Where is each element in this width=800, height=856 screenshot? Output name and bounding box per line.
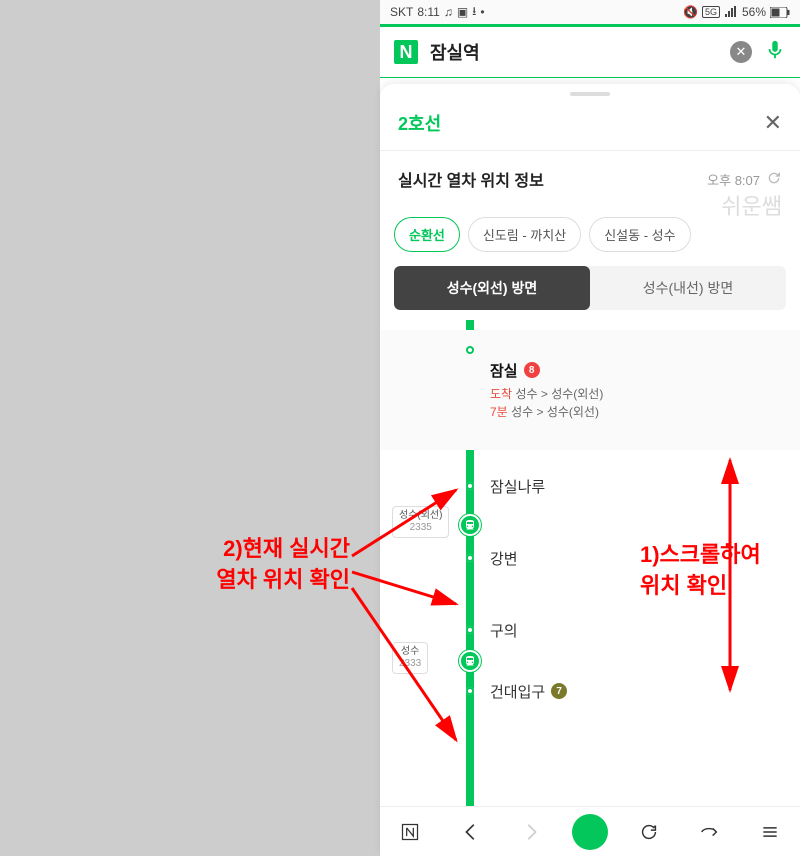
station-row[interactable]: 잠실 8 도착 성수 > 성수(외선) 7분 성수 > 성수(외선) bbox=[380, 330, 800, 450]
station-row[interactable]: 잠실나루 bbox=[380, 450, 800, 522]
station-row[interactable]: 건대입구 7 bbox=[380, 666, 800, 716]
close-sheet-button[interactable]: ✕ bbox=[764, 110, 782, 136]
battery-icon bbox=[770, 7, 790, 18]
mute-icon: 🔇 bbox=[683, 5, 698, 19]
line-diagram[interactable]: 성수(외선) 2337 성수(외선) 2335 성수 2333 bbox=[380, 320, 800, 806]
music-icon: ♫ bbox=[444, 5, 453, 19]
annotation-left: 2)현재 실시간 열차 위치 확인 bbox=[90, 534, 350, 596]
branch-chips: 순환선 신도림 - 까치산 신설동 - 성수 bbox=[380, 195, 800, 266]
arrival-info: 도착 성수 > 성수(외선) 7분 성수 > 성수(외선) bbox=[490, 385, 800, 421]
battery-text: 56% bbox=[742, 5, 766, 19]
dot-icon: • bbox=[480, 5, 484, 19]
direction-tab[interactable]: 성수(외선) 방면 bbox=[394, 266, 590, 310]
refresh-icon bbox=[766, 170, 782, 186]
realtime-sheet: 2호선 ✕ 실시간 열차 위치 정보 오후 8:07 쉬운쌤 순환선 신도림 -… bbox=[380, 84, 800, 856]
download-icon: ⭳ bbox=[472, 2, 476, 23]
station-dot bbox=[466, 687, 474, 695]
nav-back-button[interactable] bbox=[451, 812, 491, 852]
status-bar: SKT 8:11 ♫ ▣ ⭳ • 🔇 5G 56% bbox=[380, 0, 800, 24]
close-icon: ✕ bbox=[764, 110, 782, 135]
close-icon: ✕ bbox=[736, 44, 747, 60]
image-icon: ▣ bbox=[457, 5, 468, 19]
station-name: 잠실나루 bbox=[490, 476, 545, 497]
realtime-title: 실시간 열차 위치 정보 bbox=[398, 167, 544, 191]
signal-icon bbox=[724, 6, 738, 18]
nav-naver-button[interactable] bbox=[390, 812, 430, 852]
station-row[interactable]: 강변 bbox=[380, 522, 800, 594]
direction-tab[interactable]: 성수(내선) 방면 bbox=[590, 266, 786, 310]
station-dot bbox=[466, 626, 474, 634]
status-carrier: SKT bbox=[390, 5, 413, 19]
station-dot bbox=[466, 482, 474, 490]
station-name: 구의 bbox=[490, 620, 518, 641]
station-dot bbox=[466, 554, 474, 562]
naver-n-icon bbox=[400, 822, 420, 842]
direction-tabs: 성수(외선) 방면 성수(내선) 방면 bbox=[394, 266, 786, 310]
search-query[interactable]: 잠실역 bbox=[430, 39, 718, 65]
line-name: 2호선 bbox=[398, 110, 441, 136]
refresh-button[interactable] bbox=[766, 170, 782, 189]
voice-search-button[interactable] bbox=[764, 39, 786, 66]
phone-frame: SKT 8:11 ♫ ▣ ⭳ • 🔇 5G 56% N 잠실역 ✕ bbox=[380, 0, 800, 856]
nav-forward-button[interactable] bbox=[511, 812, 551, 852]
status-time: 8:11 bbox=[417, 5, 439, 19]
station-name: 건대입구 bbox=[490, 681, 545, 702]
branch-chip[interactable]: 신설동 - 성수 bbox=[589, 217, 690, 252]
share-icon bbox=[698, 821, 720, 843]
branch-chip[interactable]: 순환선 bbox=[394, 217, 460, 252]
mic-icon bbox=[764, 39, 786, 61]
menu-icon bbox=[760, 822, 780, 842]
station-row[interactable]: 구의 bbox=[380, 594, 800, 666]
station-name: 강변 bbox=[490, 548, 518, 569]
arrow-right-icon bbox=[520, 821, 542, 843]
branch-chip[interactable]: 신도림 - 까치산 bbox=[468, 217, 581, 252]
line-badge: 7 bbox=[551, 683, 567, 699]
realtime-info-row: 실시간 열차 위치 정보 오후 8:07 쉬운쌤 bbox=[380, 151, 800, 195]
station-name: 잠실 bbox=[490, 360, 518, 381]
nav-share-button[interactable] bbox=[689, 812, 729, 852]
arrow-left-icon bbox=[460, 821, 482, 843]
naver-logo[interactable]: N bbox=[394, 40, 418, 64]
network-badge: 5G bbox=[702, 6, 720, 18]
drag-handle[interactable] bbox=[570, 92, 610, 96]
nav-home-button[interactable] bbox=[572, 814, 608, 850]
bottom-nav bbox=[380, 806, 800, 856]
clear-search-button[interactable]: ✕ bbox=[730, 41, 752, 63]
update-time: 오후 8:07 bbox=[707, 170, 760, 189]
line-badge: 8 bbox=[524, 362, 540, 378]
nav-menu-button[interactable] bbox=[750, 812, 790, 852]
station-dot bbox=[466, 346, 474, 354]
refresh-icon bbox=[638, 821, 660, 843]
search-header: N 잠실역 ✕ bbox=[380, 24, 800, 78]
nav-refresh-button[interactable] bbox=[629, 812, 669, 852]
